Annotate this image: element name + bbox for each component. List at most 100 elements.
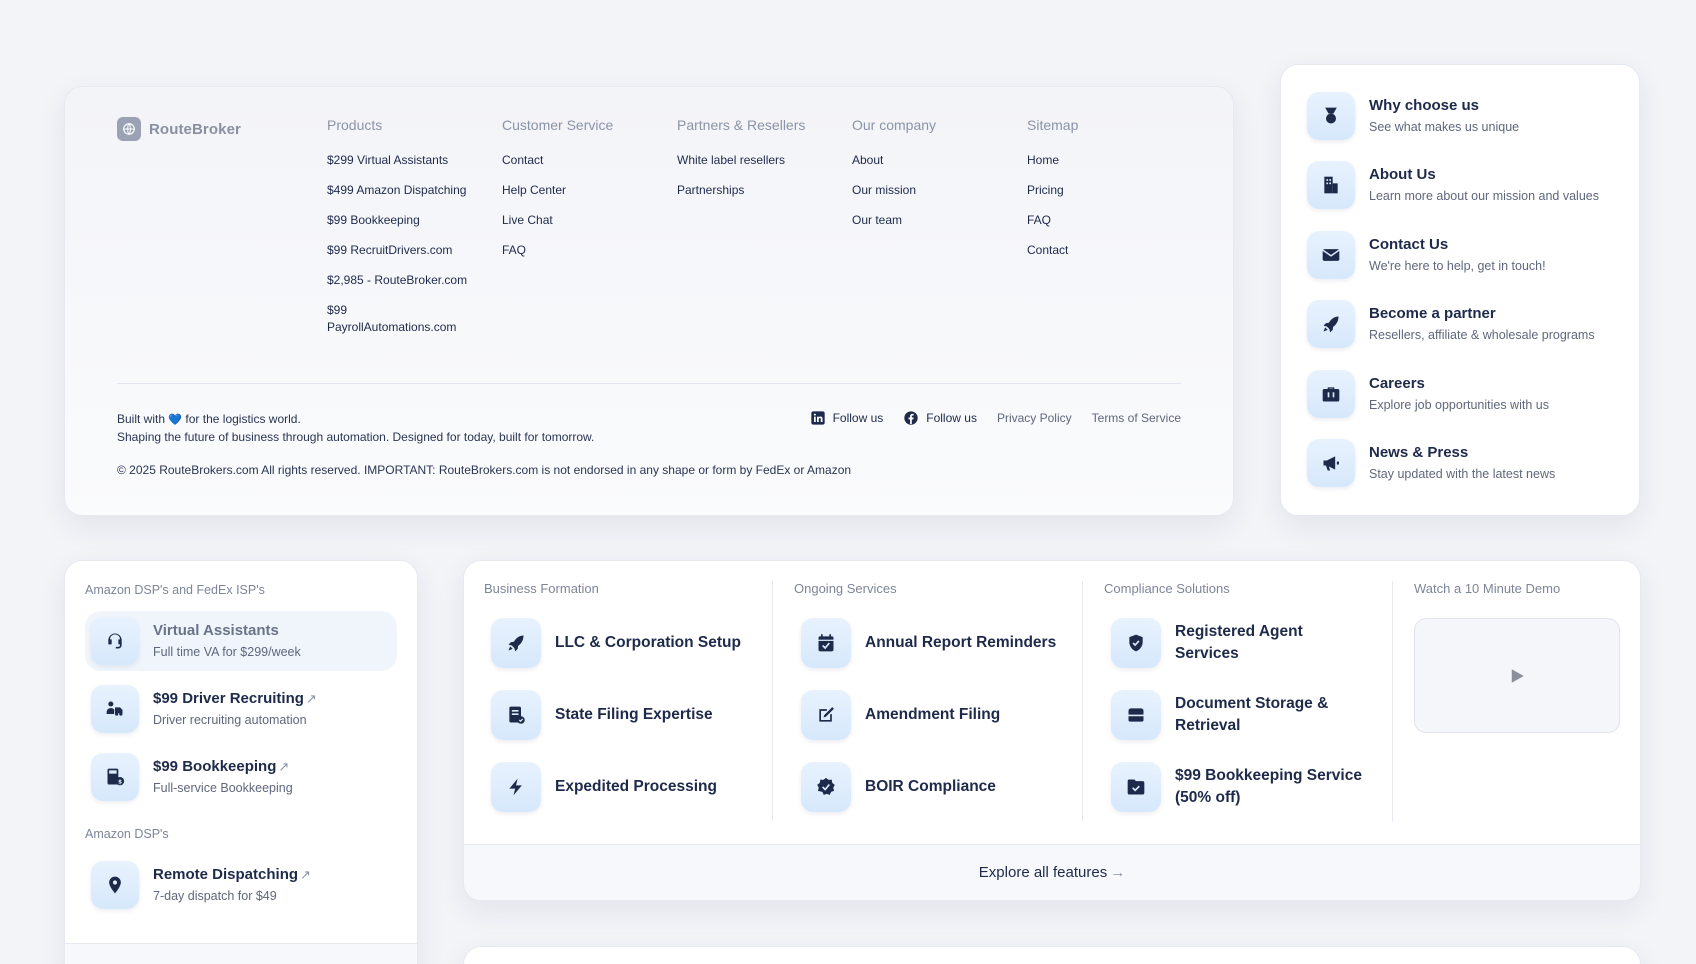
external-link-icon: ↗: [300, 867, 311, 882]
document-check-icon: [491, 690, 541, 740]
footer-column-partners: Partners & Resellers White label reselle…: [677, 117, 842, 212]
menu-item-become-a-partner[interactable]: Become a partner Resellers, affiliate & …: [1307, 300, 1613, 349]
dsp-item-bookkeeping[interactable]: $ $99 Bookkeeping ↗ Full-service Bookkeep…: [85, 747, 397, 807]
footer-link[interactable]: Live Chat: [502, 212, 667, 229]
rocket-icon: [491, 618, 541, 668]
brand-logo[interactable]: RouteBroker: [117, 117, 241, 141]
dsp-services-panel: Amazon DSP's and FedEx ISP's Virtual Ass…: [64, 560, 418, 964]
dsp-item-driver-recruiting[interactable]: $99 Driver Recruiting ↗ Driver recruiting…: [85, 679, 397, 739]
menu-item-title: Careers: [1369, 374, 1425, 392]
calendar-check-icon: [801, 618, 851, 668]
footer-link[interactable]: Contact: [502, 152, 667, 169]
footer-link[interactable]: $99 PayrollAutomations.com: [327, 302, 467, 336]
service-item[interactable]: Registered Agent Services: [1104, 618, 1414, 668]
footer-link[interactable]: FAQ: [1027, 212, 1192, 229]
footer-link[interactable]: $99 RecruitDrivers.com: [327, 242, 492, 259]
linkedin-icon: [810, 411, 825, 425]
service-item[interactable]: Document Storage & Retrieval: [1104, 690, 1414, 740]
service-title: Amendment Filing: [865, 706, 1001, 723]
explore-all-features-link[interactable]: Explore all features →: [464, 844, 1640, 900]
storage-drive-icon: [1111, 690, 1161, 740]
menu-item-title: News & Press: [1369, 444, 1469, 462]
dsp-item-remote-dispatching[interactable]: Remote Dispatching ↗ 7-day dispatch for $…: [85, 855, 397, 915]
footer-column-title: Partners & Resellers: [677, 117, 806, 133]
footer-link[interactable]: Contact: [1027, 242, 1192, 259]
privacy-policy-link[interactable]: Privacy Policy: [997, 411, 1072, 425]
facebook-follow-link[interactable]: Follow us: [903, 410, 977, 426]
menu-item-subtitle: Resellers, affiliate & wholesale program…: [1369, 328, 1595, 343]
service-item[interactable]: LLC & Corporation Setup: [484, 618, 794, 668]
rocket-icon: [1307, 300, 1355, 349]
service-item[interactable]: Expedited Processing: [484, 762, 794, 812]
headset-icon: [91, 617, 139, 665]
footer-link[interactable]: Our team: [852, 212, 1017, 229]
site-footer: RouteBroker Products $299 Virtual Assist…: [64, 86, 1234, 516]
map-pin-icon: [91, 861, 139, 909]
truck-user-icon: [91, 685, 139, 733]
services-column-ongoing: Ongoing Services Annual Report Reminders…: [794, 581, 1104, 827]
footer-column-title: Customer Service: [502, 117, 614, 133]
menu-item-why-choose-us[interactable]: Why choose us See what makes us unique: [1307, 91, 1613, 140]
services-column-compliance: Compliance Solutions Registered Agent Se…: [1104, 581, 1414, 827]
footer-link[interactable]: Help Center: [502, 182, 667, 199]
menu-item-title: Why choose us: [1369, 96, 1480, 114]
service-title: Expedited Processing: [555, 778, 717, 795]
footer-link[interactable]: $99 Bookkeeping: [327, 212, 492, 229]
menu-item-about-us[interactable]: About Us Learn more about our mission an…: [1307, 161, 1613, 210]
dsp-item-title: $99 Bookkeeping: [153, 758, 277, 775]
footer-copyright: © 2025 RouteBrokers.com All rights reser…: [117, 463, 852, 477]
panel-footer: [65, 944, 417, 964]
menu-item-title: About Us: [1369, 166, 1436, 184]
next-panel-edge: [463, 946, 1641, 964]
footer-column-our-company: Our company About Our mission Our team: [852, 117, 1017, 242]
service-item[interactable]: $99 Bookkeeping Service (50% off): [1104, 762, 1414, 812]
verified-badge-icon: [801, 762, 851, 812]
footer-link[interactable]: $299 Virtual Assistants: [327, 152, 492, 169]
svg-text:$: $: [118, 780, 122, 786]
footer-link[interactable]: Home: [1027, 152, 1192, 169]
dsp-item-virtual-assistants[interactable]: Virtual Assistants Full time VA for $299…: [85, 611, 397, 671]
edit-icon: [801, 690, 851, 740]
service-item[interactable]: BOIR Compliance: [794, 762, 1104, 812]
dsp-item-subtitle: Full time VA for $299/week: [153, 645, 301, 659]
section-label: Amazon DSP's: [85, 827, 169, 841]
footer-tagline: Shaping the future of business through a…: [117, 430, 595, 444]
footer-link[interactable]: FAQ: [502, 242, 667, 259]
envelope-icon: [1307, 230, 1355, 279]
footer-column-customer-service: Customer Service Contact Help Center Liv…: [502, 117, 667, 272]
menu-item-news-press[interactable]: News & Press Stay updated with the lates…: [1307, 439, 1613, 488]
dsp-item-subtitle: Driver recruiting automation: [153, 713, 307, 727]
service-item[interactable]: State Filing Expertise: [484, 690, 794, 740]
footer-link[interactable]: Our mission: [852, 182, 1017, 199]
built-prefix: Built with: [117, 412, 166, 426]
demo-video-column: Watch a 10 Minute Demo: [1414, 581, 1624, 827]
footer-link[interactable]: White label resellers: [677, 152, 842, 169]
footer-built-with: Built with 💙 for the logistics world. Sh…: [117, 411, 594, 446]
dsp-item-subtitle: Full-service Bookkeeping: [153, 781, 293, 795]
column-heading: Watch a 10 Minute Demo: [1414, 581, 1561, 596]
column-separator: [1082, 581, 1083, 821]
external-link-icon: ↗: [278, 759, 290, 774]
menu-item-careers[interactable]: Careers Explore job opportunities with u…: [1307, 369, 1613, 418]
service-title: State Filing Expertise: [555, 706, 713, 723]
play-icon: [1511, 668, 1524, 683]
demo-video-player[interactable]: [1414, 618, 1620, 733]
medal-icon: [1307, 91, 1355, 140]
service-item[interactable]: Annual Report Reminders: [794, 618, 1104, 668]
column-heading: Compliance Solutions: [1104, 581, 1230, 596]
footer-link[interactable]: Pricing: [1027, 182, 1192, 199]
dsp-item-title: Virtual Assistants: [153, 622, 279, 639]
footer-link[interactable]: About: [852, 152, 1017, 169]
terms-of-service-link[interactable]: Terms of Service: [1092, 411, 1181, 425]
service-title: BOIR Compliance: [865, 778, 996, 795]
folder-check-icon: [1111, 762, 1161, 812]
building-icon: [1307, 161, 1355, 210]
linkedin-follow-link[interactable]: Follow us: [810, 410, 883, 426]
service-item[interactable]: Amendment Filing: [794, 690, 1104, 740]
menu-item-contact-us[interactable]: Contact Us We're here to help, get in to…: [1307, 230, 1613, 279]
footer-link[interactable]: Partnerships: [677, 182, 842, 199]
footer-link[interactable]: $2,985 - RouteBroker.com: [327, 272, 492, 289]
service-title: LLC & Corporation Setup: [555, 634, 741, 651]
footer-link[interactable]: $499 Amazon Dispatching: [327, 182, 492, 199]
company-menu-panel: Why choose us See what makes us unique A…: [1280, 64, 1640, 516]
